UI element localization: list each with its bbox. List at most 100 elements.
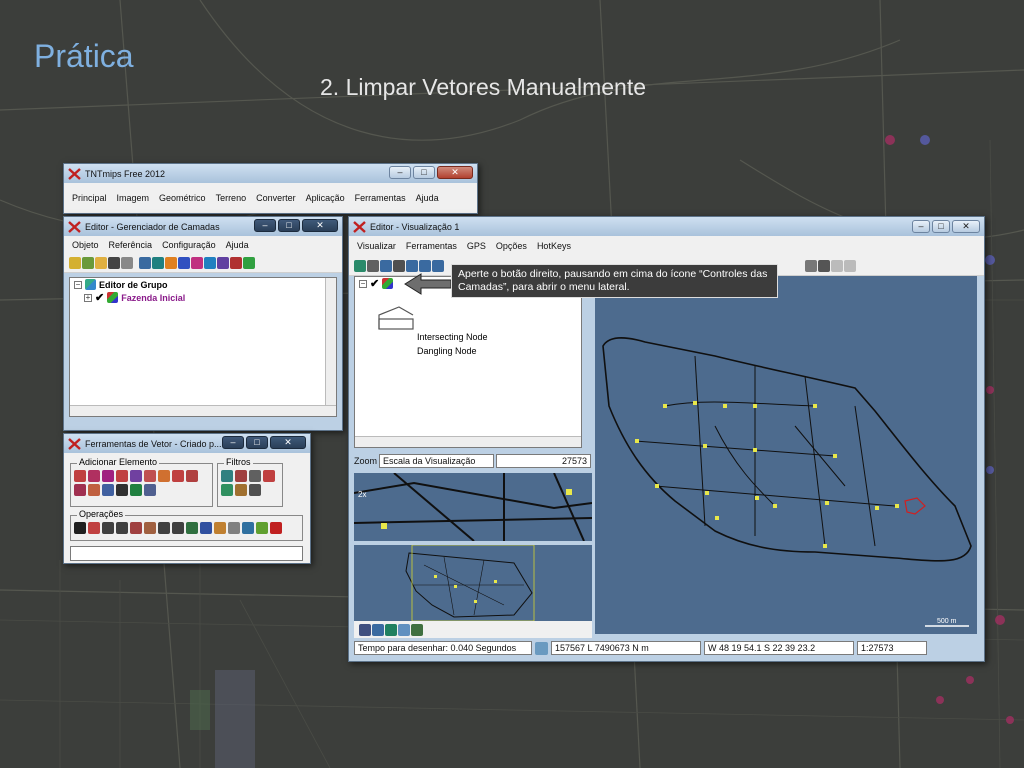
close-button[interactable]: ✕ — [302, 219, 338, 232]
vertical-scrollbar[interactable] — [325, 278, 336, 406]
menu-ajuda[interactable]: Ajuda — [416, 193, 439, 203]
point-tool-icon[interactable] — [158, 470, 170, 482]
filter-tool-icon[interactable] — [221, 470, 233, 482]
redo-icon[interactable] — [844, 259, 856, 272]
copy-icon[interactable] — [121, 257, 133, 269]
zoom-value-field[interactable]: 27573 — [496, 454, 592, 468]
detail-view[interactable]: 2x — [354, 473, 592, 541]
checkmark-icon[interactable]: ✔ — [95, 291, 104, 304]
copy-icon[interactable] — [805, 259, 817, 272]
maximize-button[interactable]: □ — [932, 220, 950, 233]
polyline-tool-icon[interactable] — [88, 470, 100, 482]
close-button[interactable]: ✕ — [952, 220, 980, 233]
main-map-view[interactable]: 500 m — [595, 276, 977, 634]
horizontal-scrollbar[interactable] — [70, 405, 336, 416]
filter-tool-icon[interactable] — [235, 470, 247, 482]
zoom-out-icon[interactable] — [419, 259, 431, 272]
tntmips-titlebar[interactable]: TNTmips Free 2012 – □ ✕ — [64, 164, 477, 183]
image-icon[interactable] — [411, 623, 423, 636]
checkmark-icon[interactable]: ✔ — [370, 277, 379, 290]
save-icon[interactable] — [108, 257, 120, 269]
collapse-toggle[interactable]: − — [74, 280, 82, 289]
tree-layer-row[interactable]: + ✔ Fazenda Inicial — [70, 291, 336, 304]
maximize-button[interactable]: □ — [278, 219, 300, 232]
minimize-button[interactable]: – — [222, 436, 244, 449]
menu-principal[interactable]: Principal — [72, 193, 107, 203]
undo-icon[interactable] — [831, 259, 843, 272]
locator-icon[interactable] — [385, 623, 397, 636]
filter-tool-icon[interactable] — [221, 484, 233, 496]
ellipse-tool-icon[interactable] — [74, 484, 86, 496]
reshape-icon[interactable] — [144, 522, 156, 534]
pan-icon[interactable] — [380, 259, 392, 272]
menu-terreno[interactable]: Terreno — [216, 193, 247, 203]
select-arrow-icon[interactable] — [74, 522, 86, 534]
menu-ajuda[interactable]: Ajuda — [226, 240, 249, 250]
menu-visualizar[interactable]: Visualizar — [357, 241, 396, 251]
grid-icon[interactable] — [178, 257, 190, 269]
menu-converter[interactable]: Converter — [256, 193, 296, 203]
trace-tool-icon[interactable] — [130, 484, 142, 496]
attach-icon[interactable] — [242, 522, 254, 534]
open-folder-icon[interactable] — [95, 257, 107, 269]
maximize-button[interactable]: □ — [413, 166, 435, 179]
arc-tool-icon[interactable] — [116, 470, 128, 482]
menu-objeto[interactable]: Objeto — [72, 240, 99, 250]
close-button[interactable]: ✕ — [437, 166, 473, 179]
vector-icon[interactable] — [204, 257, 216, 269]
close-button[interactable]: ✕ — [270, 436, 306, 449]
menu-ferramentas[interactable]: Ferramentas — [355, 193, 406, 203]
circle-tool-icon[interactable] — [186, 470, 198, 482]
merge-icon[interactable] — [256, 522, 268, 534]
color-icon[interactable] — [165, 257, 177, 269]
menu-ferramentas[interactable]: Ferramentas — [406, 241, 457, 251]
snap-icon[interactable] — [200, 522, 212, 534]
tin-icon[interactable] — [243, 257, 255, 269]
minimize-button[interactable]: – — [254, 219, 276, 232]
rectangle-tool-icon[interactable] — [130, 470, 142, 482]
delete-icon[interactable] — [270, 522, 282, 534]
full-view-icon[interactable] — [393, 259, 405, 272]
magnifier-icon[interactable] — [398, 623, 410, 636]
flip-icon[interactable] — [186, 522, 198, 534]
overview-view[interactable] — [354, 545, 592, 621]
filter-tool-icon[interactable] — [263, 470, 275, 482]
collapse-toggle[interactable]: − — [359, 279, 367, 288]
edit-icon[interactable] — [88, 522, 100, 534]
menu-imagem[interactable]: Imagem — [117, 193, 150, 203]
menu-referencia[interactable]: Referência — [109, 240, 153, 250]
stream-tool-icon[interactable] — [144, 484, 156, 496]
menu-configuracao[interactable]: Configuração — [162, 240, 216, 250]
move-node-icon[interactable] — [130, 522, 142, 534]
zoom-icon[interactable] — [432, 259, 444, 272]
palette-icon[interactable] — [191, 257, 203, 269]
sample-icon[interactable] — [214, 522, 226, 534]
filter-tool-icon[interactable] — [235, 484, 247, 496]
expand-toggle[interactable]: + — [84, 293, 92, 302]
pencil-icon[interactable] — [69, 257, 81, 269]
trim-icon[interactable] — [172, 522, 184, 534]
split-icon[interactable] — [102, 522, 114, 534]
raster-icon[interactable] — [152, 257, 164, 269]
filter-tool-icon[interactable] — [249, 470, 261, 482]
maximize-button[interactable]: □ — [246, 436, 268, 449]
curve-tool-icon[interactable] — [172, 470, 184, 482]
layer-controls-icon[interactable] — [354, 259, 366, 272]
vector-tools-titlebar[interactable]: Ferramentas de Vetor - Criado p... – □ ✕ — [64, 434, 310, 453]
menu-gps[interactable]: GPS — [467, 241, 486, 251]
minimize-button[interactable]: – — [912, 220, 930, 233]
layer-manager-titlebar[interactable]: Editor - Gerenciador de Camadas – □ ✕ — [64, 217, 342, 236]
snap-tool-icon[interactable] — [116, 484, 128, 496]
polygon-tool-icon[interactable] — [102, 470, 114, 482]
join-icon[interactable] — [116, 522, 128, 534]
menu-geometrico[interactable]: Geométrico — [159, 193, 206, 203]
horizontal-scrollbar[interactable] — [355, 436, 581, 447]
viewer-titlebar[interactable]: Editor - Visualização 1 – □ ✕ — [349, 217, 984, 236]
zoom-mode-select[interactable]: Escala da Visualização — [379, 454, 495, 468]
zoom-box-icon[interactable] — [367, 259, 379, 272]
extend-icon[interactable] — [158, 522, 170, 534]
line-tool-icon[interactable] — [74, 470, 86, 482]
node-tool-icon[interactable] — [144, 470, 156, 482]
zoom-icon[interactable] — [372, 623, 384, 636]
filter-tool-icon[interactable] — [249, 484, 261, 496]
